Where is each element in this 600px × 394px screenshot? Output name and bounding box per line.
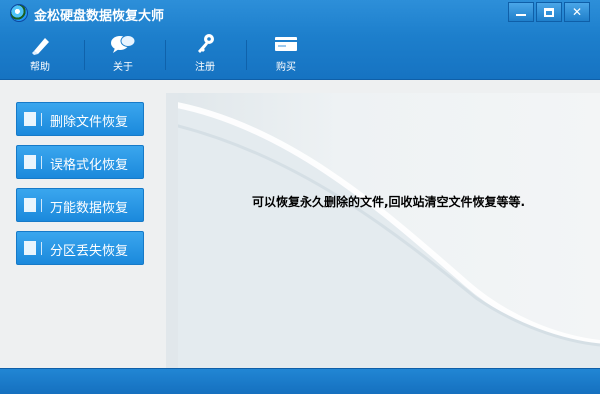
toolbar-register-button[interactable]: 注册	[170, 30, 240, 76]
drive-icon	[24, 155, 36, 169]
universal-data-recovery-button[interactable]: 万能数据恢复	[16, 188, 144, 222]
partition-loss-recovery-label: 分区丢失恢复	[50, 244, 129, 259]
close-icon: ✕	[571, 5, 583, 19]
button-divider	[41, 242, 42, 255]
decorative-wave	[166, 93, 600, 368]
document-icon	[24, 198, 36, 212]
button-divider	[41, 113, 42, 126]
app-logo-icon	[10, 4, 28, 22]
header-bar: 金松硬盘数据恢复大师 ✕ 帮助 关于 注册 购买	[0, 0, 600, 80]
maximize-icon	[544, 8, 554, 17]
toolbar-about-label: 关于	[113, 62, 133, 73]
content-panel: 可以恢复永久删除的文件,回收站清空文件恢复等等.	[166, 93, 600, 368]
minimize-icon	[516, 14, 526, 16]
app-window: 金松硬盘数据恢复大师 ✕ 帮助 关于 注册 购买 删除文件恢复 误格式化恢复 万…	[0, 0, 600, 394]
toolbar-about-button[interactable]: 关于	[88, 30, 158, 76]
key-icon	[190, 32, 220, 56]
toolbar-separator	[246, 40, 247, 70]
pen-icon	[25, 32, 55, 56]
button-divider	[41, 156, 42, 169]
minimize-button[interactable]	[508, 2, 534, 22]
status-bar	[0, 368, 600, 394]
chat-bubbles-icon	[108, 32, 138, 56]
format-recovery-button[interactable]: 误格式化恢复	[16, 145, 144, 179]
sidebar: 删除文件恢复 误格式化恢复 万能数据恢复 分区丢失恢复	[0, 81, 165, 368]
partition-loss-recovery-button[interactable]: 分区丢失恢复	[16, 231, 144, 265]
trash-icon	[24, 112, 36, 126]
universal-data-recovery-label: 万能数据恢复	[50, 201, 129, 216]
maximize-button[interactable]	[536, 2, 562, 22]
toolbar: 帮助 关于 注册 购买	[0, 30, 600, 76]
format-recovery-label: 误格式化恢复	[50, 158, 129, 173]
close-button[interactable]: ✕	[564, 2, 590, 22]
delete-file-recovery-label: 删除文件恢复	[50, 115, 129, 130]
card-icon	[271, 32, 301, 56]
toolbar-register-label: 注册	[195, 62, 215, 73]
toolbar-help-label: 帮助	[30, 62, 50, 73]
toolbar-help-button[interactable]: 帮助	[5, 30, 75, 76]
toolbar-buy-label: 购买	[276, 62, 296, 73]
feature-description: 可以恢复永久删除的文件,回收站清空文件恢复等等.	[252, 195, 526, 209]
toolbar-separator	[84, 40, 85, 70]
toolbar-separator	[165, 40, 166, 70]
partition-icon	[24, 241, 36, 255]
title-bar[interactable]: 金松硬盘数据恢复大师 ✕	[0, 0, 600, 26]
toolbar-buy-button[interactable]: 购买	[251, 30, 321, 76]
window-title: 金松硬盘数据恢复大师	[34, 9, 165, 24]
delete-file-recovery-button[interactable]: 删除文件恢复	[16, 102, 144, 136]
button-divider	[41, 199, 42, 212]
